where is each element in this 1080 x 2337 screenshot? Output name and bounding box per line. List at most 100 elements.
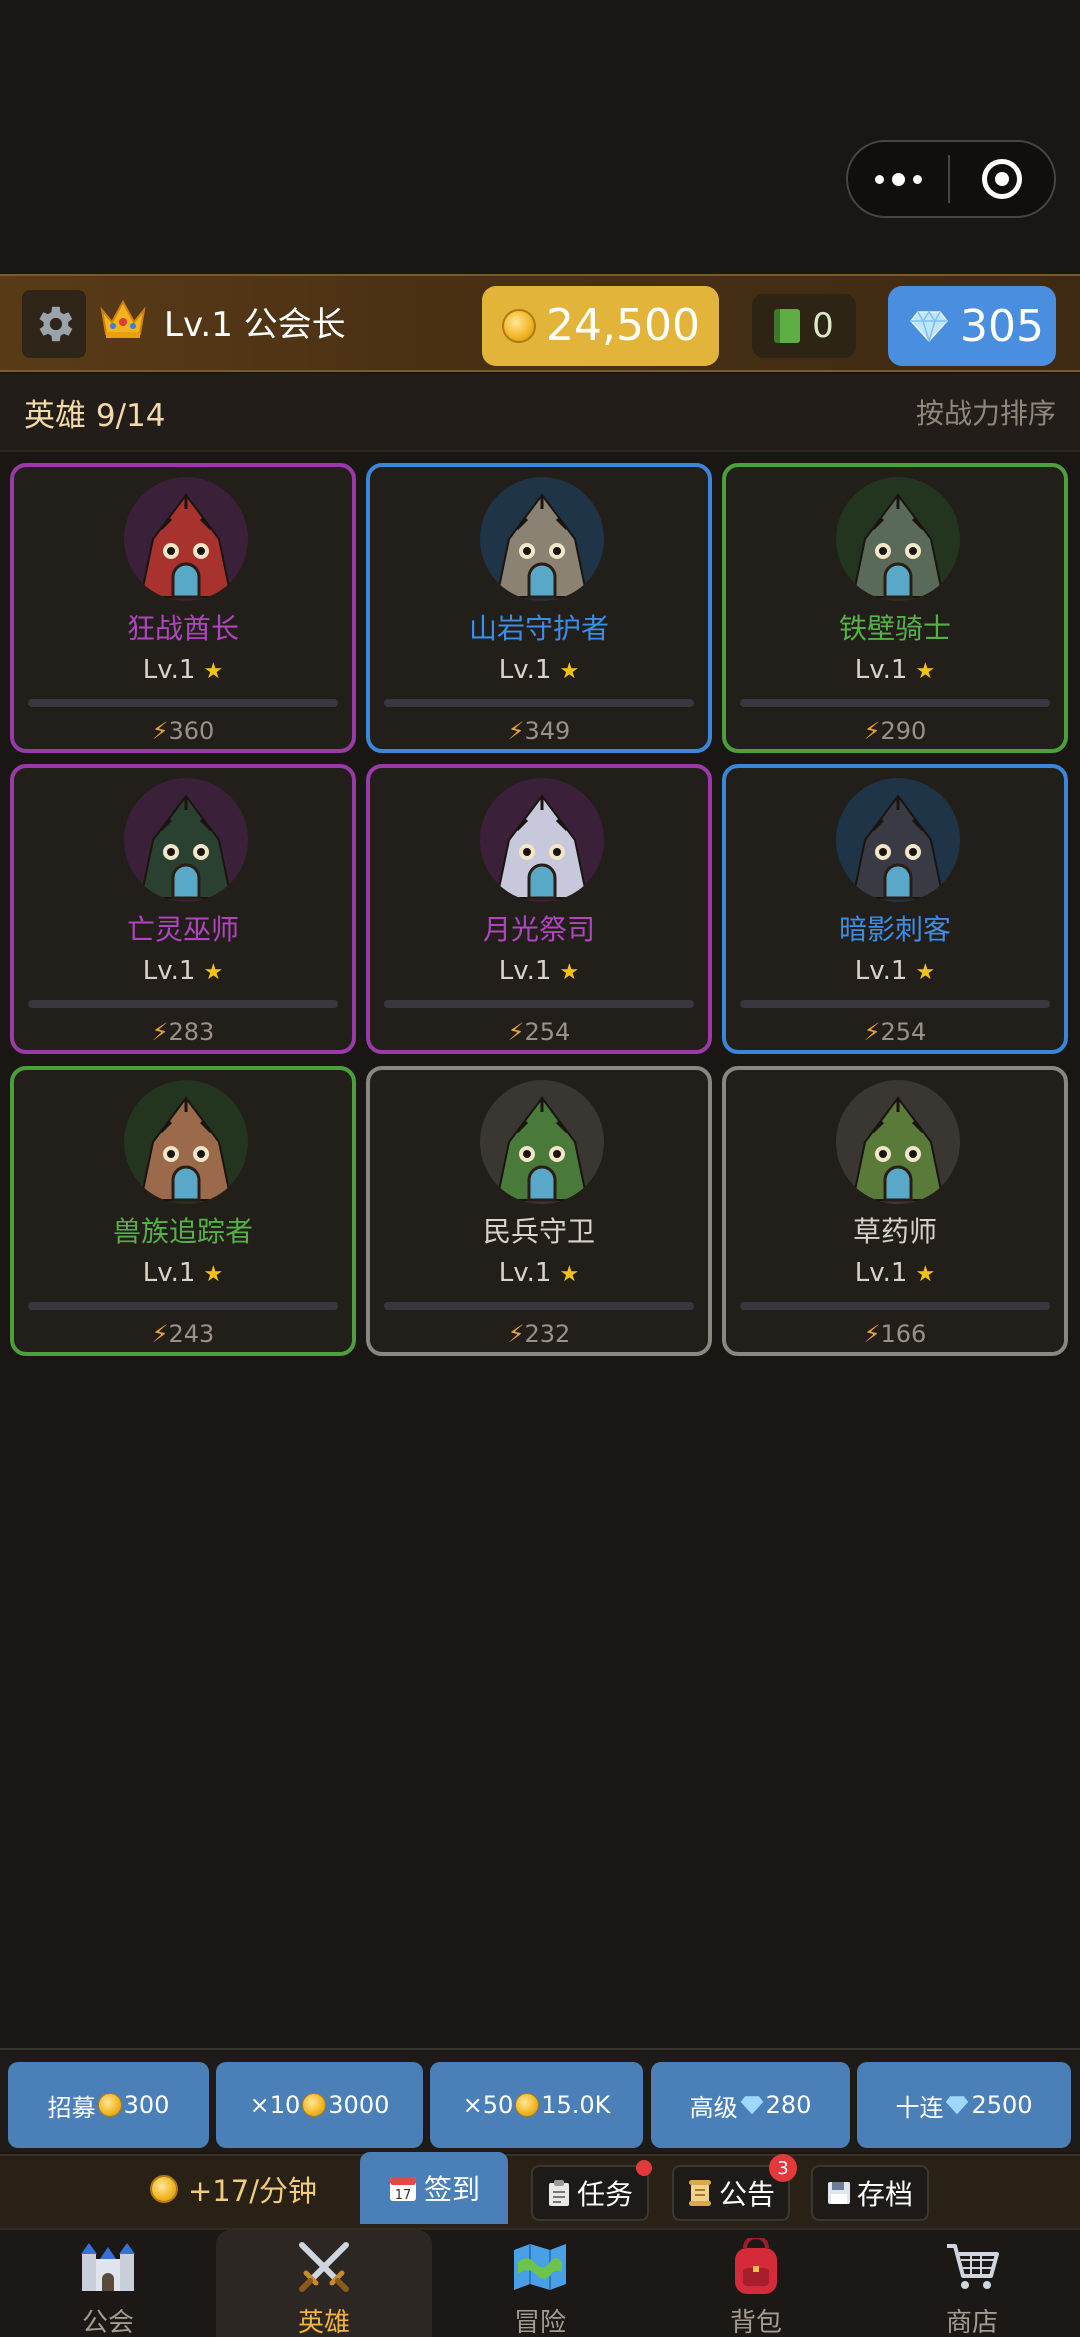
miniprogram-capsule bbox=[846, 140, 1056, 218]
hero-power-value: 254 bbox=[880, 1018, 927, 1046]
hero-level: Lv.1 ★ bbox=[726, 1258, 1064, 1288]
nav-tab-shop[interactable]: 商店 bbox=[864, 2230, 1080, 2337]
tasks-button[interactable]: 任务 bbox=[531, 2165, 649, 2221]
star-icon: ★ bbox=[559, 960, 580, 985]
hero-portrait bbox=[480, 1080, 604, 1204]
hero-card[interactable]: 草药师 Lv.1 ★ ⚡166 bbox=[722, 1066, 1068, 1356]
hero-power-value: 243 bbox=[168, 1320, 215, 1348]
heroes-count-title: 英雄 9/14 bbox=[24, 398, 166, 434]
star-icon: ★ bbox=[559, 1262, 580, 1287]
hero-level: Lv.1 ★ bbox=[14, 956, 352, 986]
recruit-cost: 3000 bbox=[328, 2091, 390, 2119]
tasks-notification-dot bbox=[636, 2160, 652, 2176]
checkin-button[interactable]: 17 签到 bbox=[360, 2152, 508, 2224]
premium-recruit-button[interactable]: 高级 280 bbox=[651, 2062, 850, 2148]
gear-icon bbox=[39, 306, 73, 342]
nav-tab-backpack[interactable]: 背包 bbox=[648, 2230, 864, 2337]
hero-portrait bbox=[836, 1080, 960, 1204]
save-button[interactable]: 存档 bbox=[811, 2165, 929, 2221]
dot bbox=[912, 174, 922, 184]
lightning-icon: ⚡ bbox=[151, 1018, 169, 1046]
diamond-icon bbox=[910, 310, 948, 342]
nav-label: 公会 bbox=[81, 2308, 134, 2337]
player-level: Lv.1 公会长 bbox=[164, 305, 346, 345]
heroes-header: 英雄 9/14 按战力排序 bbox=[0, 374, 1080, 452]
more-options-button[interactable] bbox=[848, 142, 948, 216]
hero-card[interactable]: 铁壁骑士 Lv.1 ★ ⚡290 bbox=[722, 463, 1068, 753]
hero-level: Lv.1 ★ bbox=[370, 956, 708, 986]
xp-bar bbox=[740, 1000, 1050, 1008]
hero-power-value: 166 bbox=[880, 1320, 927, 1348]
hero-card[interactable]: 亡灵巫师 Lv.1 ★ ⚡283 bbox=[10, 764, 356, 1054]
castle-icon bbox=[79, 2238, 137, 2296]
hero-level-text: Lv.1 bbox=[854, 956, 908, 986]
cart-icon bbox=[943, 2238, 1001, 2296]
hero-power: ⚡254 bbox=[726, 1018, 1064, 1046]
bottom-navigation: 公会 英雄 冒险 背包 商店 bbox=[0, 2228, 1080, 2337]
nav-tab-guild[interactable]: 公会 bbox=[0, 2230, 216, 2337]
hero-portrait bbox=[124, 1080, 248, 1204]
gem-amount: 305 bbox=[960, 300, 1044, 352]
crown-icon bbox=[98, 296, 148, 354]
hero-power-value: 360 bbox=[168, 717, 215, 745]
hero-level: Lv.1 ★ bbox=[370, 1258, 708, 1288]
lightning-icon: ⚡ bbox=[151, 1320, 169, 1348]
nav-label: 英雄 bbox=[297, 2308, 350, 2337]
hero-level-text: Lv.1 bbox=[498, 956, 552, 986]
nav-tab-heroes[interactable]: 英雄 bbox=[216, 2230, 432, 2337]
nav-tab-adventure[interactable]: 冒险 bbox=[432, 2230, 648, 2337]
sort-by-power-button[interactable]: 按战力排序 bbox=[916, 392, 1056, 432]
nav-label: 背包 bbox=[729, 2308, 782, 2337]
gold-counter[interactable]: 24,500 bbox=[482, 286, 719, 366]
hero-power-value: 349 bbox=[524, 717, 571, 745]
hero-power-value: 283 bbox=[168, 1018, 215, 1046]
settings-button[interactable] bbox=[22, 290, 86, 358]
recruit-label: ×50 bbox=[462, 2091, 514, 2119]
xp-bar bbox=[740, 699, 1050, 707]
hero-power: ⚡360 bbox=[14, 717, 352, 745]
hero-portrait bbox=[836, 477, 960, 601]
hero-card[interactable]: 暗影刺客 Lv.1 ★ ⚡254 bbox=[722, 764, 1068, 1054]
recruit-1-button[interactable]: 招募 300 bbox=[8, 2062, 209, 2148]
income-rate: +17/分钟 bbox=[150, 2168, 317, 2210]
book-amount: 0 bbox=[812, 306, 834, 346]
coin-icon bbox=[502, 309, 536, 343]
book-counter[interactable]: 0 bbox=[752, 294, 856, 358]
recruit-10-button[interactable]: ×10 3000 bbox=[216, 2062, 423, 2148]
nav-label: 商店 bbox=[945, 2308, 998, 2337]
premium-ten-recruit-button[interactable]: 十连 2500 bbox=[857, 2062, 1071, 2148]
close-miniprogram-button[interactable] bbox=[950, 142, 1054, 216]
target-icon bbox=[982, 159, 1022, 199]
hero-name: 山岩守护者 bbox=[468, 612, 609, 645]
floppy-disk-icon bbox=[827, 2182, 850, 2204]
hero-card[interactable]: 狂战酋长 Lv.1 ★ ⚡360 bbox=[10, 463, 356, 753]
recruit-cost: 2500 bbox=[971, 2091, 1033, 2119]
star-icon: ★ bbox=[915, 1262, 936, 1287]
income-text: +17/分钟 bbox=[188, 2174, 317, 2208]
gem-counter[interactable]: 305 bbox=[888, 286, 1056, 366]
notice-badge: 3 bbox=[769, 2154, 797, 2182]
hero-card[interactable]: 民兵守卫 Lv.1 ★ ⚡232 bbox=[366, 1066, 712, 1356]
hero-portrait bbox=[480, 778, 604, 902]
coin-icon bbox=[97, 2093, 122, 2117]
hero-card[interactable]: 兽族追踪者 Lv.1 ★ ⚡243 bbox=[10, 1066, 356, 1356]
hero-card[interactable]: 月光祭司 Lv.1 ★ ⚡254 bbox=[366, 764, 712, 1054]
hero-name: 月光祭司 bbox=[482, 913, 595, 946]
recruit-50-button[interactable]: ×50 15.0K bbox=[430, 2062, 643, 2148]
xp-bar bbox=[384, 699, 694, 707]
star-icon: ★ bbox=[915, 659, 936, 684]
dot bbox=[891, 172, 905, 186]
hero-name: 暗影刺客 bbox=[838, 913, 951, 946]
star-icon: ★ bbox=[915, 960, 936, 985]
hero-power: ⚡166 bbox=[726, 1320, 1064, 1348]
lightning-icon: ⚡ bbox=[507, 1018, 525, 1046]
hero-name: 兽族追踪者 bbox=[112, 1215, 253, 1248]
hero-power: ⚡232 bbox=[370, 1320, 708, 1348]
lightning-icon: ⚡ bbox=[507, 717, 525, 745]
hero-power: ⚡254 bbox=[370, 1018, 708, 1046]
coin-icon bbox=[150, 2175, 178, 2203]
hero-card[interactable]: 山岩守护者 Lv.1 ★ ⚡349 bbox=[366, 463, 712, 753]
recruit-label: 十连 bbox=[895, 2093, 944, 2122]
xp-bar bbox=[384, 1302, 694, 1310]
xp-bar bbox=[740, 1302, 1050, 1310]
